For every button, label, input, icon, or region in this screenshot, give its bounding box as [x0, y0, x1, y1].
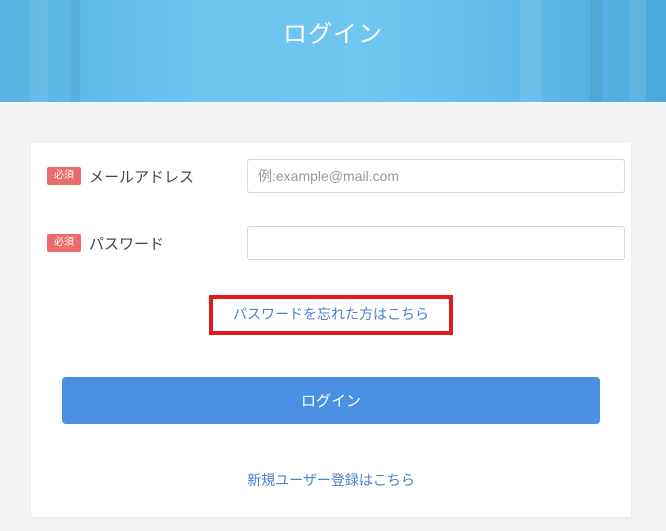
highlight-box: [209, 295, 453, 335]
required-badge: 必須: [47, 167, 81, 185]
password-row: 必須 パスワード: [47, 226, 625, 260]
email-label: メールアドレス: [89, 168, 195, 186]
password-label: パスワード: [89, 235, 165, 253]
page-title: ログイン: [283, 20, 383, 48]
register-link[interactable]: 新規ユーザー登録はこちら: [31, 470, 631, 490]
email-input[interactable]: [247, 159, 625, 193]
login-form-card: 必須 メールアドレス 必須 パスワード パスワードを忘れた方はこちら ログイン …: [31, 143, 631, 517]
login-button[interactable]: ログイン: [62, 377, 600, 424]
required-badge: 必須: [47, 234, 81, 252]
email-row: 必須 メールアドレス: [47, 159, 625, 193]
page-header: ログイン: [0, 0, 666, 102]
password-input[interactable]: [247, 226, 625, 260]
